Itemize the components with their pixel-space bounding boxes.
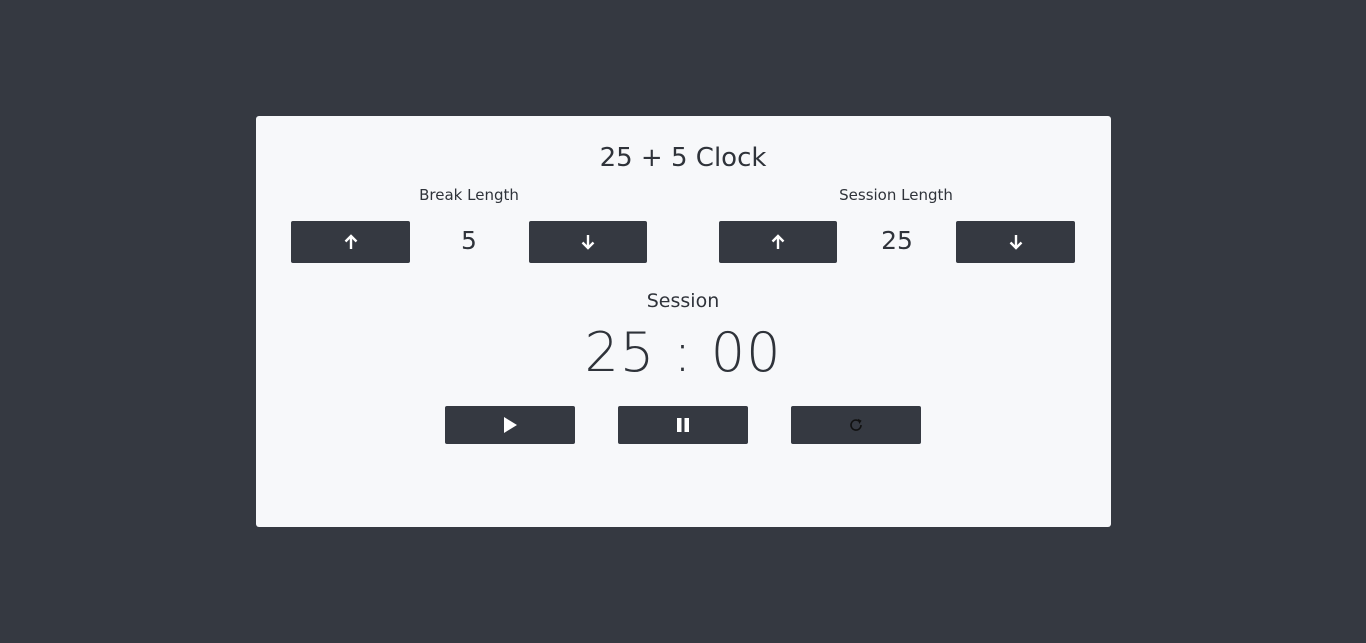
arrow-down-icon <box>1009 234 1023 250</box>
start-button[interactable] <box>445 406 575 444</box>
pause-button[interactable] <box>618 406 748 444</box>
break-decrement-button[interactable] <box>529 221 647 263</box>
timer-label: Session <box>646 290 720 312</box>
arrow-down-icon <box>581 234 595 250</box>
pause-icon <box>676 417 690 433</box>
session-length-label: Session Length <box>839 186 953 204</box>
app-title: 25 + 5 Clock <box>599 143 767 173</box>
arrow-up-icon <box>344 234 358 250</box>
arrow-up-icon <box>771 234 785 250</box>
play-icon <box>502 416 518 434</box>
reset-button[interactable] <box>791 406 921 444</box>
session-increment-button[interactable] <box>719 221 837 263</box>
refresh-icon <box>848 417 864 433</box>
break-length-value: 5 <box>461 226 477 255</box>
break-length-label: Break Length <box>419 186 519 204</box>
break-increment-button[interactable] <box>291 221 410 263</box>
time-left-display: 25 : 00 <box>584 321 782 384</box>
session-length-value: 25 <box>881 226 913 255</box>
session-decrement-button[interactable] <box>956 221 1075 263</box>
